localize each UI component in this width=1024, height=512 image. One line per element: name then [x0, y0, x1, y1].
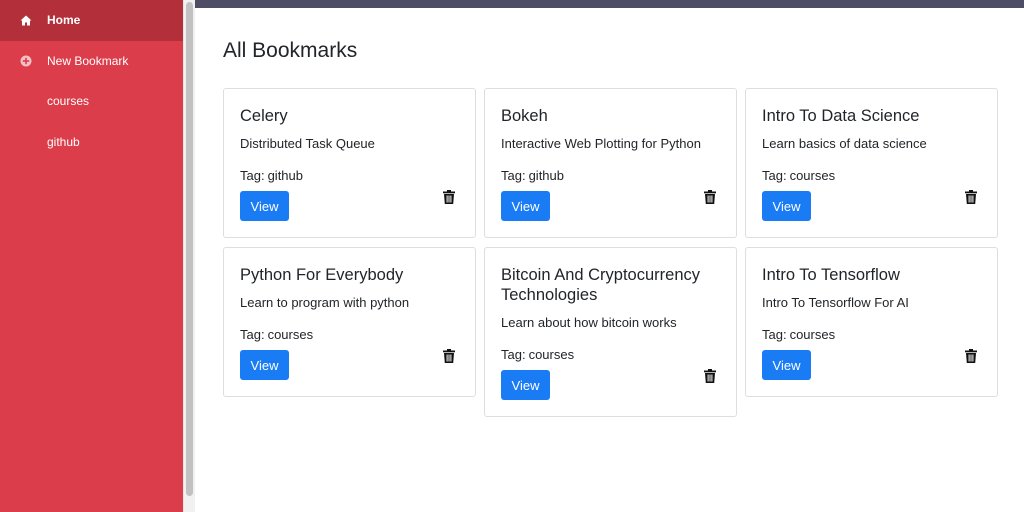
bookmark-description: Intro To Tensorflow For AI — [762, 295, 909, 310]
tag-prefix: Tag: — [501, 168, 526, 183]
bookmark-title: Bokeh — [501, 107, 548, 125]
bookmark-card: Intro To Tensorflow Intro To Tensorflow … — [745, 247, 998, 397]
card-actions: View — [762, 349, 981, 380]
bookmark-card: Intro To Data Science Learn basics of da… — [745, 88, 998, 238]
card-actions: View — [762, 190, 981, 221]
tag-value: courses — [528, 347, 575, 362]
plus-circle-icon — [20, 55, 32, 67]
view-button[interactable]: View — [501, 191, 550, 221]
bookmark-tag: Tag: courses — [762, 167, 981, 185]
bookmark-title: Python For Everybody — [240, 266, 404, 284]
sidebar-item-label: Home — [47, 13, 81, 28]
card-actions: View — [501, 190, 720, 221]
app: Home New Bookmark courses github All Boo… — [0, 0, 1024, 512]
trash-icon[interactable] — [965, 349, 979, 365]
bookmark-tag: Tag: courses — [762, 326, 981, 344]
bookmark-card: Bokeh Interactive Web Plotting for Pytho… — [484, 88, 737, 238]
bookmark-card: Python For Everybody Learn to program wi… — [223, 247, 476, 397]
view-button[interactable]: View — [240, 191, 289, 221]
sidebar-item-home[interactable]: Home — [0, 0, 183, 41]
sidebar-item-courses[interactable]: courses — [0, 81, 183, 122]
tag-prefix: Tag: — [240, 327, 265, 342]
tag-prefix: Tag: — [240, 168, 265, 183]
bookmark-card: Celery Distributed Task Queue Tag: github… — [223, 88, 476, 238]
card-actions: View — [240, 190, 459, 221]
page-title: All Bookmarks — [223, 39, 358, 62]
sidebar-item-new-bookmark[interactable]: New Bookmark — [0, 41, 183, 82]
sidebar-item-github[interactable]: github — [0, 122, 183, 163]
view-button[interactable]: View — [240, 350, 289, 380]
main-content: All Bookmarks Celery Distributed Task Qu… — [195, 8, 1024, 512]
bookmark-title: Celery — [240, 107, 288, 125]
tag-prefix: Tag: — [762, 327, 787, 342]
bookmark-description: Distributed Task Queue — [240, 136, 375, 151]
bookmark-tag: Tag: courses — [240, 326, 459, 344]
view-button[interactable]: View — [762, 350, 811, 380]
bookmark-title: Intro To Data Science — [762, 107, 920, 125]
sidebar-item-label: courses — [47, 94, 90, 109]
sidebar-item-label: New Bookmark — [47, 53, 129, 68]
sidebar-item-label: github — [47, 134, 80, 149]
sidebar: Home New Bookmark courses github — [0, 0, 183, 512]
home-icon — [20, 14, 32, 26]
trash-icon[interactable] — [443, 349, 457, 365]
bookmark-description: Learn basics of data science — [762, 136, 927, 151]
card-actions: View — [501, 369, 720, 400]
tag-value: courses — [267, 327, 314, 342]
tag-prefix: Tag: — [762, 168, 787, 183]
trash-icon[interactable] — [704, 369, 718, 385]
trash-icon[interactable] — [443, 190, 457, 206]
scrollbar-thumb[interactable] — [186, 2, 193, 496]
trash-icon[interactable] — [704, 190, 718, 206]
trash-icon[interactable] — [965, 190, 979, 206]
bookmark-description: Learn about how bitcoin works — [501, 315, 677, 330]
tag-prefix: Tag: — [501, 347, 526, 362]
tag-value: courses — [789, 327, 836, 342]
bookmark-card: Bitcoin And Cryptocurrency Technologies … — [484, 247, 737, 417]
bookmark-description: Interactive Web Plotting for Python — [501, 136, 701, 151]
bookmark-title: Bitcoin And Cryptocurrency Technologies — [501, 266, 701, 304]
tag-value: github — [267, 168, 303, 183]
bookmark-tag: Tag: github — [240, 167, 459, 185]
view-button[interactable]: View — [762, 191, 811, 221]
bookmark-tag: Tag: courses — [501, 346, 720, 364]
bookmark-description: Learn to program with python — [240, 295, 410, 310]
bookmark-grid: Celery Distributed Task Queue Tag: github… — [223, 88, 998, 417]
bookmark-title: Intro To Tensorflow — [762, 266, 900, 284]
card-actions: View — [240, 349, 459, 380]
view-button[interactable]: View — [501, 370, 550, 400]
tag-value: github — [528, 168, 564, 183]
top-bar — [195, 0, 1024, 8]
sidebar-scrollbar[interactable] — [183, 0, 195, 512]
bookmark-tag: Tag: github — [501, 167, 720, 185]
tag-value: courses — [789, 168, 836, 183]
